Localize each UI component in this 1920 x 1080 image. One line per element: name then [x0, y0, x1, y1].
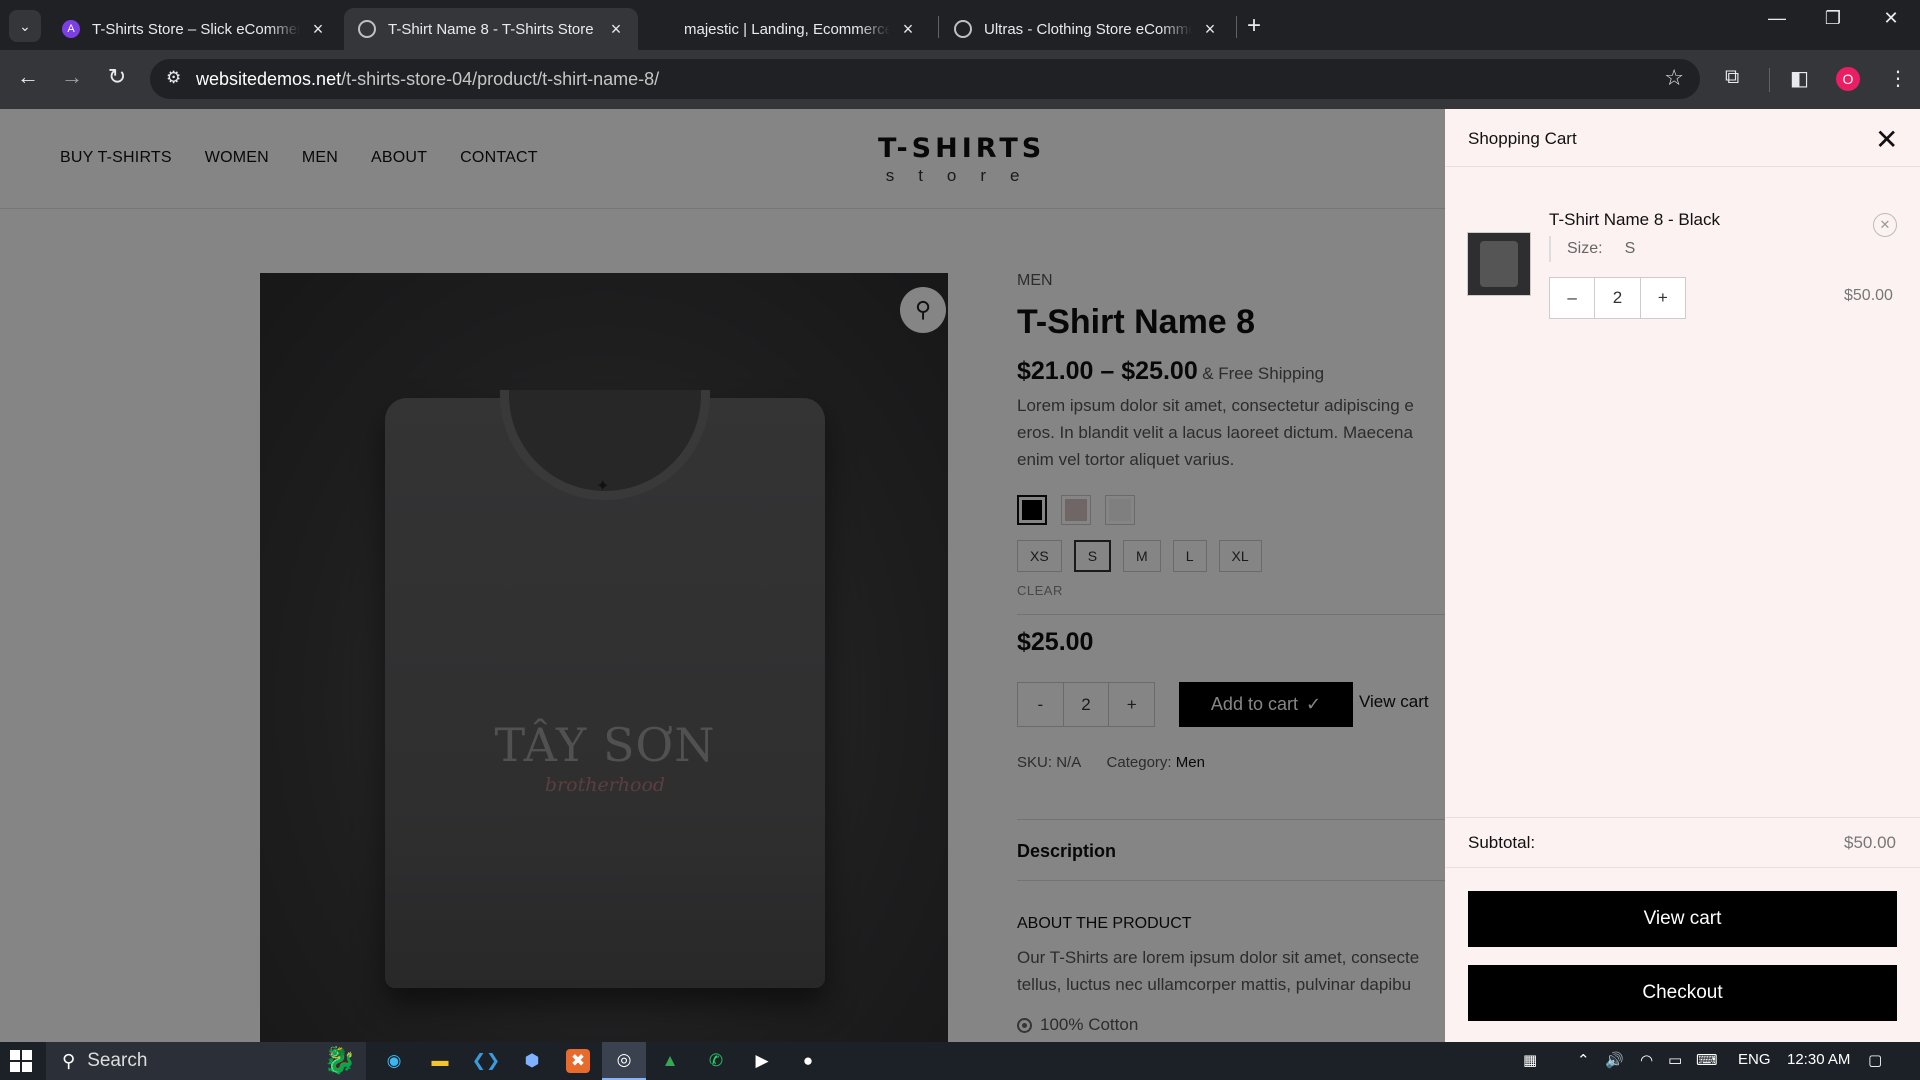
forward-icon[interactable]: → [56, 64, 88, 90]
wifi-icon[interactable]: ◠ [1640, 1051, 1653, 1069]
close-tab-icon[interactable]: × [898, 19, 918, 40]
size-label: Size: [1567, 240, 1603, 257]
windows-start-icon[interactable] [10, 1050, 32, 1072]
tab-title: T-Shirts Store – Slick eCommerce [92, 20, 300, 38]
keyboard-icon[interactable]: ⌨ [1696, 1051, 1718, 1069]
astra-favicon-icon: A [62, 20, 80, 38]
divider [1445, 867, 1920, 868]
toolbar-divider [1769, 68, 1770, 92]
close-tab-icon[interactable]: × [308, 19, 328, 40]
google-drive-icon[interactable]: ▲ [658, 1049, 682, 1073]
whatsapp-icon[interactable]: ✆ [704, 1049, 728, 1073]
cart-backdrop[interactable] [0, 109, 1445, 1042]
vscode-icon[interactable]: ❮❯ [472, 1049, 501, 1073]
news-widget-icon[interactable]: ▦ [1523, 1051, 1537, 1069]
cart-item-size: Size: S [1549, 236, 1635, 262]
divider [1445, 166, 1920, 167]
search-icon: ⚲ [62, 1050, 76, 1071]
tab-title: T-Shirt Name 8 - T-Shirts Store [388, 20, 594, 38]
url-path: /t-shirts-store-04/product/t-shirt-name-… [341, 69, 660, 89]
menu-icon[interactable]: ⋮ [1888, 66, 1908, 91]
notifications-icon[interactable]: ▢ [1868, 1051, 1882, 1069]
page-viewport: BUY T-SHIRTS WOMEN MEN ABOUT CONTACT T-S… [0, 109, 1920, 1042]
divider [1445, 817, 1920, 818]
close-tab-icon[interactable]: × [1200, 19, 1220, 40]
cart-quantity-stepper: – 2 + [1549, 277, 1686, 319]
tab-search-icon[interactable]: ⌄ [9, 10, 41, 42]
close-window-icon[interactable]: ✕ [1871, 8, 1911, 29]
cart-item-thumbnail[interactable] [1467, 232, 1531, 296]
file-explorer-icon[interactable]: ▬ [428, 1049, 452, 1073]
tab-bar: ⌄ A T-Shirts Store – Slick eCommerce × T… [0, 0, 1920, 50]
profile-avatar[interactable]: O [1836, 67, 1860, 91]
search-label: Search [87, 1050, 148, 1071]
app-leaf-icon[interactable]: ● [796, 1049, 820, 1073]
browser-toolbar: ← → ↻ ⚙ websitedemos.net/t-shirts-store-… [0, 50, 1920, 109]
edge-icon[interactable]: ◉ [382, 1049, 406, 1073]
site-info-icon[interactable]: ⚙ [166, 68, 181, 88]
close-icon[interactable]: ✕ [1875, 123, 1898, 156]
subtotal-value: $50.00 [1844, 833, 1896, 852]
extensions-icon[interactable]: ⧉ [1725, 66, 1739, 89]
taskbar-search[interactable]: ⚲ Search 🐉 [46, 1042, 366, 1080]
remove-item-icon[interactable]: ✕ [1873, 213, 1897, 237]
tray-chevron-icon[interactable]: ⌃ [1577, 1051, 1590, 1069]
tab-majestic[interactable]: majestic | Landing, Ecommerce × [670, 8, 930, 50]
tab-tshirt-name-8[interactable]: T-Shirt Name 8 - T-Shirts Store × [344, 8, 638, 50]
clock[interactable]: 12:30 AM [1787, 1051, 1850, 1068]
windows-taskbar: ⚲ Search 🐉 ◉ ▬ ❮❯ ⬢ ✖ ◎ ▲ ✆ ▶ ● ▦ ⌃ 🔊 ◠ … [0, 1042, 1920, 1080]
battery-icon[interactable]: ▭ [1668, 1051, 1682, 1069]
size-value: S [1624, 240, 1636, 257]
back-icon[interactable]: ← [12, 64, 44, 90]
bookmark-star-icon[interactable]: ☆ [1664, 65, 1684, 91]
globe-icon [954, 20, 972, 38]
tab-ultras[interactable]: Ultras - Clothing Store eCommerce × [940, 8, 1232, 50]
restore-icon[interactable]: ❐ [1813, 8, 1853, 29]
app-cube-icon[interactable]: ⬢ [520, 1049, 544, 1073]
search-highlight-icon: 🐉 [323, 1045, 356, 1075]
tab-separator [938, 16, 939, 38]
minimize-icon[interactable]: — [1757, 8, 1797, 29]
shopping-cart-drawer: Shopping Cart ✕ T-Shirt Name 8 - Black S… [1445, 109, 1920, 1042]
cart-title: Shopping Cart [1468, 129, 1577, 148]
reload-icon[interactable]: ↻ [101, 64, 133, 90]
globe-icon [358, 20, 376, 38]
cart-item-price: $50.00 [1844, 287, 1893, 304]
tab-tshirts-store[interactable]: A T-Shirts Store – Slick eCommerce × [48, 8, 340, 50]
new-tab-icon[interactable]: + [1247, 12, 1261, 40]
address-bar[interactable]: ⚙ websitedemos.net/t-shirts-store-04/pro… [150, 59, 1700, 99]
chrome-icon[interactable]: ◎ [602, 1042, 646, 1080]
media-player-icon[interactable]: ▶ [750, 1049, 774, 1073]
tab-title: majestic | Landing, Ecommerce [684, 20, 890, 38]
language-indicator[interactable]: ENG [1738, 1051, 1771, 1068]
cart-qty-minus-button[interactable]: – [1550, 278, 1594, 318]
tab-title: Ultras - Clothing Store eCommerce [984, 20, 1192, 38]
url-host: websitedemos.net [196, 69, 342, 89]
xampp-icon[interactable]: ✖ [566, 1049, 590, 1073]
side-panel-icon[interactable]: ◧ [1790, 66, 1809, 91]
checkout-button[interactable]: Checkout [1468, 965, 1897, 1021]
close-tab-icon[interactable]: × [606, 19, 626, 40]
cart-qty-plus-button[interactable]: + [1641, 278, 1685, 318]
url-text: websitedemos.net/t-shirts-store-04/produ… [196, 69, 659, 90]
subtotal-label: Subtotal: [1468, 833, 1536, 852]
volume-icon[interactable]: 🔊 [1605, 1051, 1624, 1069]
tab-separator [1236, 16, 1237, 38]
cart-qty-input[interactable]: 2 [1594, 278, 1641, 318]
cart-item-name[interactable]: T-Shirt Name 8 - Black [1549, 210, 1720, 230]
view-cart-button[interactable]: View cart [1468, 891, 1897, 947]
